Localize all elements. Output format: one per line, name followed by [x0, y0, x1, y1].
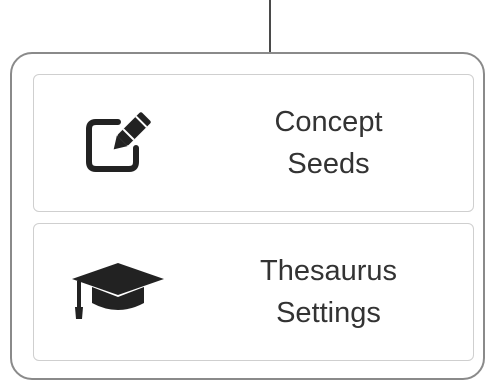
edit-icon: [68, 103, 168, 183]
connector-line: [269, 0, 271, 53]
graduation-cap-icon: [68, 252, 168, 332]
concept-seeds-label: Concept Seeds: [204, 101, 453, 185]
concept-seeds-button[interactable]: Concept Seeds: [33, 74, 474, 212]
concept-seeds-label-line2: Seeds: [287, 148, 370, 180]
thesaurus-settings-label-line2: Settings: [276, 297, 381, 329]
thesaurus-settings-button[interactable]: Thesaurus Settings: [33, 223, 474, 361]
concept-seeds-label-line1: Concept: [274, 106, 383, 138]
thesaurus-settings-label: Thesaurus Settings: [204, 250, 453, 334]
thesaurus-settings-label-line1: Thesaurus: [259, 255, 397, 287]
